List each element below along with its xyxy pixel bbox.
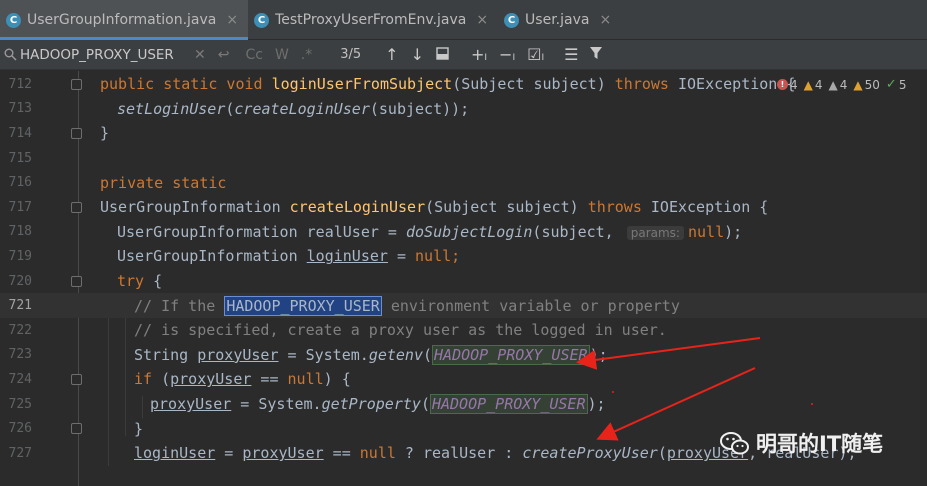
typo-count[interactable]: ▲ 50 [853,78,880,92]
code-text: UserGroupInformation loginUser = null; [117,247,461,266]
tab-label: User.java [525,12,590,28]
tab-label: TestProxyUserFromEnv.java [275,12,467,28]
line-number: 712 [8,76,32,92]
watermark-text: 明哥的IT随笔 [756,432,884,456]
line-number: 723 [8,347,32,363]
add-occurrence-icon[interactable]: +I [465,45,493,64]
editor-tab-bar: C UserGroupInformation.java × C TestProx… [0,0,927,40]
search-icon[interactable] [0,48,20,61]
search-match: HADOOP_PROXY_USER [429,394,588,415]
previous-occurrence-icon[interactable]: ↑ [379,45,404,64]
line-number: 724 [8,371,32,387]
code-text: UserGroupInformation createLoginUser(Sub… [100,198,769,217]
line-number: 715 [8,150,32,166]
wechat-icon [720,431,749,455]
words-toggle[interactable]: W [269,47,295,63]
class-icon: C [6,12,21,28]
clear-icon[interactable]: ✕ [188,47,212,63]
filter-icon[interactable] [584,45,608,64]
code-line: 718 UserGroupInformation realUser = doSu… [0,220,927,245]
next-occurrence-icon[interactable]: ↓ [405,45,430,64]
class-icon: C [504,12,520,28]
warning-count[interactable]: ▲ 4 [804,78,823,92]
code-line: 722 // is specified, create a proxy user… [0,318,927,343]
code-line: 716 private static [0,170,927,195]
error-icon: ! [777,79,788,90]
code-text: proxyUser = System.getProperty(HADOOP_PR… [150,394,606,415]
line-number: 720 [8,273,32,289]
line-number: 722 [8,322,32,338]
code-line: 719 UserGroupInformation loginUser = nul… [0,244,927,269]
tab-testproxyuserfromenv[interactable]: C TestProxyUserFromEnv.java × [248,0,498,40]
line-number: 726 [8,421,32,437]
new-line-icon[interactable]: ↩ [212,47,236,63]
line-number: 721 [8,298,32,314]
typo-icon: ▲ [853,77,863,92]
code-line: 720 try { [0,269,927,294]
code-text: private static [100,173,227,192]
regex-toggle[interactable]: .* [295,47,318,63]
close-icon[interactable]: × [226,12,238,28]
line-number: 713 [8,101,32,117]
line-number: 716 [8,175,32,191]
line-number: 727 [8,445,32,461]
code-line: 714 } [0,121,927,146]
code-line: 725 proxyUser = System.getProperty(HADOO… [0,392,927,417]
search-match-selected: HADOOP_PROXY_USER [224,295,382,316]
check-icon: ✓ [885,77,897,92]
code-text: setLoginUser(createLoginUser(subject)); [117,99,470,118]
ok-count[interactable]: ✓ 5 [886,77,907,92]
weak-warning-icon: ▲ [828,77,838,92]
find-bar: ✕ ↩ Cc W .* 3/5 ↑ ↓ +I −I ☑I ☰ [0,40,927,70]
code-text: } [134,419,144,438]
code-text: try { [117,272,163,291]
line-number: 717 [8,199,32,215]
line-number: 719 [8,248,32,264]
code-editor[interactable]: 712 public static void loginUserFromSubj… [0,71,927,486]
code-text: public static void loginUserFromSubject(… [100,75,796,94]
close-icon[interactable]: × [476,12,488,28]
select-all-occurrences-icon[interactable] [430,45,455,64]
tab-user[interactable]: C User.java × [498,0,621,40]
search-input[interactable] [20,43,188,66]
error-count[interactable]: ! 4 [777,78,798,92]
weak-warning-count[interactable]: ▲ 4 [829,78,848,92]
watermark: 明哥的IT随笔 [720,428,883,458]
code-text: UserGroupInformation realUser = doSubjec… [117,222,743,241]
tab-label: UserGroupInformation.java [27,12,217,28]
remove-occurrence-icon[interactable]: −I [493,45,521,64]
filter-options-icon[interactable]: ☰ [558,45,584,64]
line-number: 725 [8,396,32,412]
class-icon: C [254,12,270,28]
code-line: 723 String proxyUser = System.getenv(HAD… [0,343,927,368]
close-icon[interactable]: × [599,12,611,28]
line-number: 714 [8,125,32,141]
select-all-matches-icon[interactable]: ☑I [521,45,550,64]
tab-usergroupinformation[interactable]: C UserGroupInformation.java × [0,0,249,40]
code-line: 724 if (proxyUser == null) { [0,367,927,392]
match-count: 3/5 [340,47,362,62]
warning-icon: ▲ [803,77,813,92]
search-match: HADOOP_PROXY_USER [432,344,590,365]
code-line-current: 721 // If the HADOOP_PROXY_USER environm… [0,293,927,318]
code-line: 715 [0,146,927,171]
code-text: // If the HADOOP_PROXY_USER environment … [134,295,680,316]
code-text: } [100,124,110,143]
inspection-widget[interactable]: ! 4 ▲ 4 ▲ 4 ▲ 50 ✓ 5 [777,77,906,92]
code-text: if (proxyUser == null) { [134,370,351,389]
code-text: String proxyUser = System.getenv(HADOOP_… [134,344,608,365]
line-number: 718 [8,224,32,240]
code-line: 713 setLoginUser(createLoginUser(subject… [0,97,927,122]
code-line: 717 UserGroupInformation createLoginUser… [0,195,927,220]
match-case-toggle[interactable]: Cc [239,47,268,63]
code-text: // is specified, create a proxy user as … [134,321,667,340]
parameter-hint: params: [626,225,684,240]
